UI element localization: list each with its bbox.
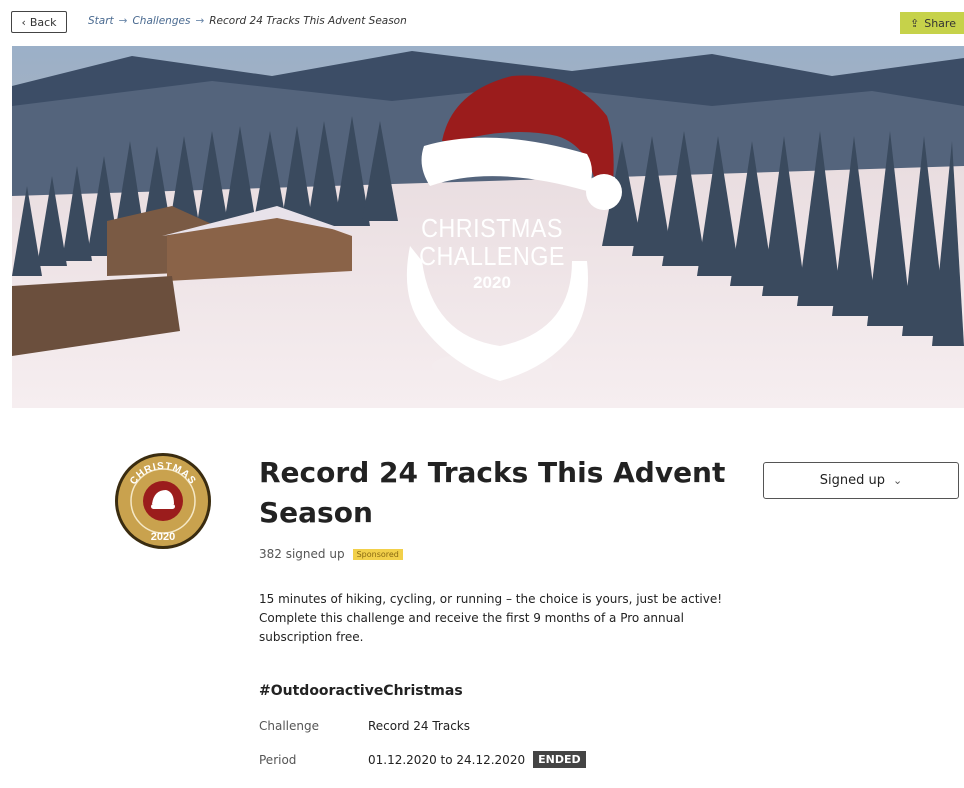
signed-up-dropdown[interactable]: Signed up ⌄ xyxy=(763,462,959,499)
challenge-label: Challenge xyxy=(259,719,319,733)
chevron-left-icon: ‹ xyxy=(21,15,26,29)
challenge-description: 15 minutes of hiking, cycling, or runnin… xyxy=(259,592,723,644)
back-button[interactable]: ‹ Back xyxy=(11,11,67,33)
badge-year: 2020 xyxy=(151,531,175,543)
arrow-right-icon: → xyxy=(195,15,205,27)
info-row-challenge: Challenge Record 24 Tracks xyxy=(259,719,470,733)
christmas-challenge-logo: CHRISTMAS CHALLENGE 2020 xyxy=(392,214,592,296)
chevron-down-icon: ⌄ xyxy=(893,474,903,487)
arrow-right-icon: → xyxy=(118,15,128,27)
period-value: 01.12.2020 to 24.12.2020 xyxy=(368,752,526,767)
breadcrumb: Start → Challenges → Record 24 Tracks This A… xyxy=(88,15,407,27)
share-label: Share xyxy=(924,16,956,30)
signed-up-label: Signed up xyxy=(819,473,885,488)
share-button[interactable]: ⇪ Share xyxy=(900,12,964,34)
status-badge: ENDED xyxy=(533,751,586,768)
challenge-badge: CHRISTMAS 2020 xyxy=(114,452,212,550)
breadcrumb-challenges[interactable]: Challenges xyxy=(132,15,190,27)
period-label: Period xyxy=(259,752,297,767)
challenge-meta: 382 signed up Sponsored xyxy=(259,547,403,561)
logo-year: 2020 xyxy=(473,273,511,292)
logo-line-2: CHALLENGE xyxy=(419,241,565,271)
top-bar: ‹ Back Start → Challenges → Record 24 Tracks… xyxy=(0,0,964,46)
hero-image: CHRISTMAS CHALLENGE 2020 xyxy=(12,46,964,408)
challenge-value: Record 24 Tracks xyxy=(368,719,471,733)
back-label: Back xyxy=(29,15,57,29)
logo-line-1: CHRISTMAS xyxy=(421,213,563,243)
info-row-period: Period 01.12.2020 to 24.12.2020 ENDED xyxy=(259,751,586,768)
sponsored-badge: Sponsored xyxy=(352,548,403,560)
breadcrumb-current: Record 24 Tracks This Advent Season xyxy=(209,15,407,27)
share-icon: ⇪ xyxy=(910,16,920,30)
page-title: Record 24 Tracks This Advent Season xyxy=(259,456,726,529)
hashtag: #OutdooractiveChristmas xyxy=(259,683,463,699)
signed-count: 382 signed up xyxy=(259,547,345,561)
breadcrumb-start[interactable]: Start xyxy=(88,15,114,27)
